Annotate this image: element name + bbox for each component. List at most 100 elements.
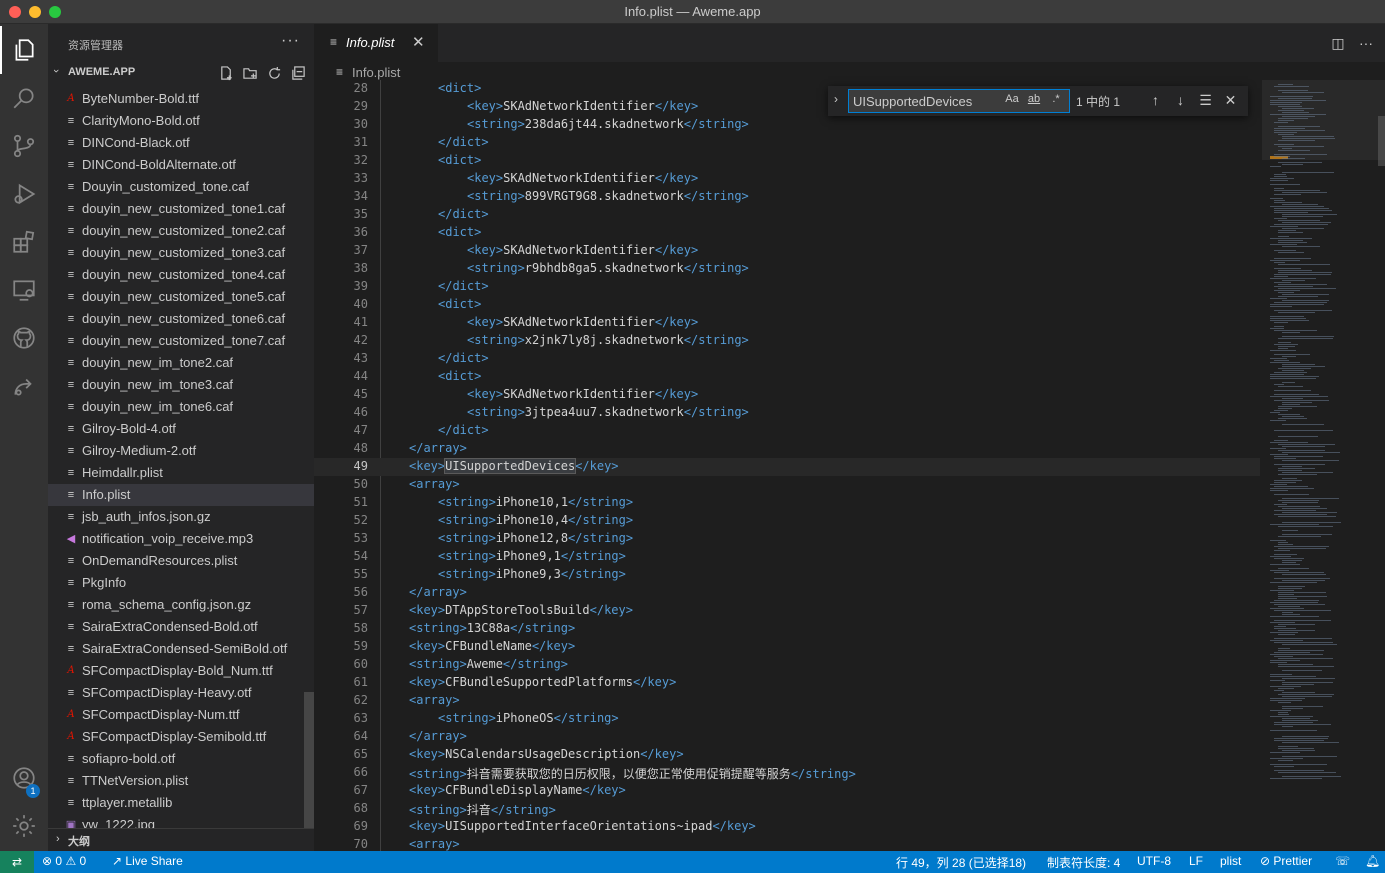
file-tree-item[interactable]: ≡ douyin_new_customized_tone4.caf: [48, 264, 314, 286]
match-whole-word-toggle[interactable]: ab: [1025, 93, 1043, 105]
file-tree-item[interactable]: ≡ PkgInfo: [48, 572, 314, 594]
code-line[interactable]: 59 <key>CFBundleName</key>: [314, 638, 1260, 656]
find-in-selection-icon[interactable]: ☰: [1196, 90, 1215, 110]
code-line[interactable]: 47 </dict>: [314, 422, 1260, 440]
live-share-icon[interactable]: [0, 362, 48, 410]
more-actions-icon[interactable]: ···: [281, 32, 300, 50]
file-tree-item[interactable]: ≡ douyin_new_customized_tone6.caf: [48, 308, 314, 330]
code-line[interactable]: 33 <key>SKAdNetworkIdentifier</key>: [314, 170, 1260, 188]
editor-scrollbar[interactable]: [1378, 116, 1385, 166]
file-tree-item[interactable]: ≡ Heimdallr.plist: [48, 462, 314, 484]
run-debug-icon[interactable]: [0, 170, 48, 218]
file-tree-item[interactable]: ≡ OnDemandResources.plist: [48, 550, 314, 572]
code-line[interactable]: 52 <string>iPhone10,4</string>: [314, 512, 1260, 530]
close-find-icon[interactable]: ✕: [1221, 90, 1240, 110]
file-tree-item[interactable]: ≡ douyin_new_im_tone2.caf: [48, 352, 314, 374]
file-tree-item[interactable]: ≡ Gilroy-Bold-4.otf: [48, 418, 314, 440]
file-tree-item[interactable]: ≡ Douyin_customized_tone.caf: [48, 176, 314, 198]
code-line[interactable]: 53 <string>iPhone12,8</string>: [314, 530, 1260, 548]
code-line[interactable]: 45 <key>SKAdNetworkIdentifier</key>: [314, 386, 1260, 404]
file-tree-item[interactable]: ≡ douyin_new_customized_tone3.caf: [48, 242, 314, 264]
file-tree-item[interactable]: ≡ SFCompactDisplay-Heavy.otf: [48, 682, 314, 704]
code-line[interactable]: 48 </array>: [314, 440, 1260, 458]
code-line[interactable]: 54 <string>iPhone9,1</string>: [314, 548, 1260, 566]
file-tree-item[interactable]: A SFCompactDisplay-Semibold.ttf: [48, 726, 314, 748]
collapse-all-icon[interactable]: [288, 63, 308, 83]
settings-gear-icon[interactable]: [0, 802, 48, 850]
source-control-icon[interactable]: [0, 122, 48, 170]
remote-explorer-icon[interactable]: [0, 266, 48, 314]
code-line[interactable]: 67 <key>CFBundleDisplayName</key>: [314, 782, 1260, 800]
outline-section-header[interactable]: › 大纲: [48, 828, 314, 851]
find-input[interactable]: UISupportedDevices Aa ab .*: [848, 89, 1070, 113]
code-line[interactable]: 49 <key>UISupportedDevices</key>: [314, 458, 1260, 476]
file-tree-item[interactable]: ≡ douyin_new_customized_tone7.caf: [48, 330, 314, 352]
code-line[interactable]: 62 <array>: [314, 692, 1260, 710]
file-tree-item[interactable]: ≡ TTNetVersion.plist: [48, 770, 314, 792]
code-line[interactable]: 34 <string>899VRGT9G8.skadnetwork</string…: [314, 188, 1260, 206]
explorer-icon[interactable]: [0, 26, 48, 74]
file-tree-item[interactable]: ≡ douyin_new_customized_tone1.caf: [48, 198, 314, 220]
code-line[interactable]: 60 <string>Aweme</string>: [314, 656, 1260, 674]
code-line[interactable]: 61 <key>CFBundleSupportedPlatforms</key>: [314, 674, 1260, 692]
regex-toggle[interactable]: .*: [1047, 93, 1065, 105]
account-icon[interactable]: 1: [0, 754, 48, 802]
file-tree-item[interactable]: ◀ notification_voip_receive.mp3: [48, 528, 314, 550]
search-icon[interactable]: [0, 74, 48, 122]
problems-indicator[interactable]: ⊗ 0 ⚠ 0: [42, 854, 86, 868]
file-tree-item[interactable]: A SFCompactDisplay-Bold_Num.ttf: [48, 660, 314, 682]
code-line[interactable]: 64 </array>: [314, 728, 1260, 746]
prettier-status[interactable]: ⊘ Prettier: [1260, 854, 1312, 868]
file-tree-item[interactable]: ≡ Gilroy-Medium-2.otf: [48, 440, 314, 462]
file-tree-item[interactable]: ≡ SairaExtraCondensed-Bold.otf: [48, 616, 314, 638]
code-line[interactable]: 44 <dict>: [314, 368, 1260, 386]
code-line[interactable]: 38 <string>r9bhdb8ga5.skadnetwork</string…: [314, 260, 1260, 278]
close-tab-icon[interactable]: ✕: [412, 33, 425, 51]
code-line[interactable]: 40 <dict>: [314, 296, 1260, 314]
code-line[interactable]: 46 <string>3jtpea4uu7.skadnetwork</string…: [314, 404, 1260, 422]
minimap[interactable]: [1262, 80, 1385, 851]
extensions-icon[interactable]: [0, 218, 48, 266]
code-line[interactable]: 51 <string>iPhone10,1</string>: [314, 494, 1260, 512]
code-line[interactable]: 37 <key>SKAdNetworkIdentifier</key>: [314, 242, 1260, 260]
editor-more-actions-icon[interactable]: ···: [1357, 34, 1375, 52]
code-line[interactable]: 57 <key>DTAppStoreToolsBuild</key>: [314, 602, 1260, 620]
github-icon[interactable]: [0, 314, 48, 362]
code-line[interactable]: 35 </dict>: [314, 206, 1260, 224]
file-tree-item[interactable]: ≡ sofiapro-bold.otf: [48, 748, 314, 770]
file-tree-item[interactable]: ≡ DINCond-BoldAlternate.otf: [48, 154, 314, 176]
file-tree-item[interactable]: A SFCompactDisplay-Num.ttf: [48, 704, 314, 726]
code-line[interactable]: 66 <string>抖音需要获取您的日历权限，以便您正常使用促销提醒等服务</s…: [314, 764, 1260, 782]
previous-match-icon[interactable]: ↑: [1146, 90, 1165, 110]
code-editor[interactable]: 28 <dict> 29 <key>SKAdNetworkIdentifier</ke…: [314, 80, 1260, 851]
match-case-toggle[interactable]: Aa: [1003, 93, 1021, 105]
file-tree-item[interactable]: ≡ douyin_new_customized_tone5.caf: [48, 286, 314, 308]
code-line[interactable]: 58 <string>13C88a</string>: [314, 620, 1260, 638]
sidebar-scrollbar[interactable]: [304, 692, 314, 828]
code-line[interactable]: 56 </array>: [314, 584, 1260, 602]
tab-info-plist[interactable]: ≡ Info.plist ✕: [314, 24, 438, 62]
file-tree-item[interactable]: ≡ ttplayer.metallib: [48, 792, 314, 814]
file-tree-item[interactable]: ≡ douyin_new_im_tone6.caf: [48, 396, 314, 418]
next-match-icon[interactable]: ↓: [1171, 90, 1190, 110]
live-share-button[interactable]: ↗ Live Share: [112, 854, 183, 868]
new-file-icon[interactable]: [216, 63, 236, 83]
file-tree-item[interactable]: ≡ SairaExtraCondensed-SemiBold.otf: [48, 638, 314, 660]
new-folder-icon[interactable]: [240, 63, 260, 83]
code-line[interactable]: 68 <string>抖音</string>: [314, 800, 1260, 818]
code-line[interactable]: 50 <array>: [314, 476, 1260, 494]
file-tree-item[interactable]: ≡ Info.plist: [48, 484, 314, 506]
code-line[interactable]: 55 <string>iPhone9,3</string>: [314, 566, 1260, 584]
remote-icon[interactable]: ⇄: [0, 851, 34, 873]
file-tree-item[interactable]: ≡ douyin_new_im_tone3.caf: [48, 374, 314, 396]
code-line[interactable]: 43 </dict>: [314, 350, 1260, 368]
code-line[interactable]: 70 <array>: [314, 836, 1260, 851]
file-tree-item[interactable]: ≡ jsb_auth_infos.json.gz: [48, 506, 314, 528]
file-tree-item[interactable]: A ByteNumber-Bold.ttf: [48, 88, 314, 110]
workspace-section-header[interactable]: › AWEME.APP: [48, 62, 314, 84]
code-line[interactable]: 65 <key>NSCalendarsUsageDescription</key>: [314, 746, 1260, 764]
code-line[interactable]: 31 </dict>: [314, 134, 1260, 152]
file-tree-item[interactable]: ≡ roma_schema_config.json.gz: [48, 594, 314, 616]
file-tree-item[interactable]: ≡ douyin_new_customized_tone2.caf: [48, 220, 314, 242]
notifications-bell-icon[interactable]: 🔔︎: [1365, 854, 1380, 868]
